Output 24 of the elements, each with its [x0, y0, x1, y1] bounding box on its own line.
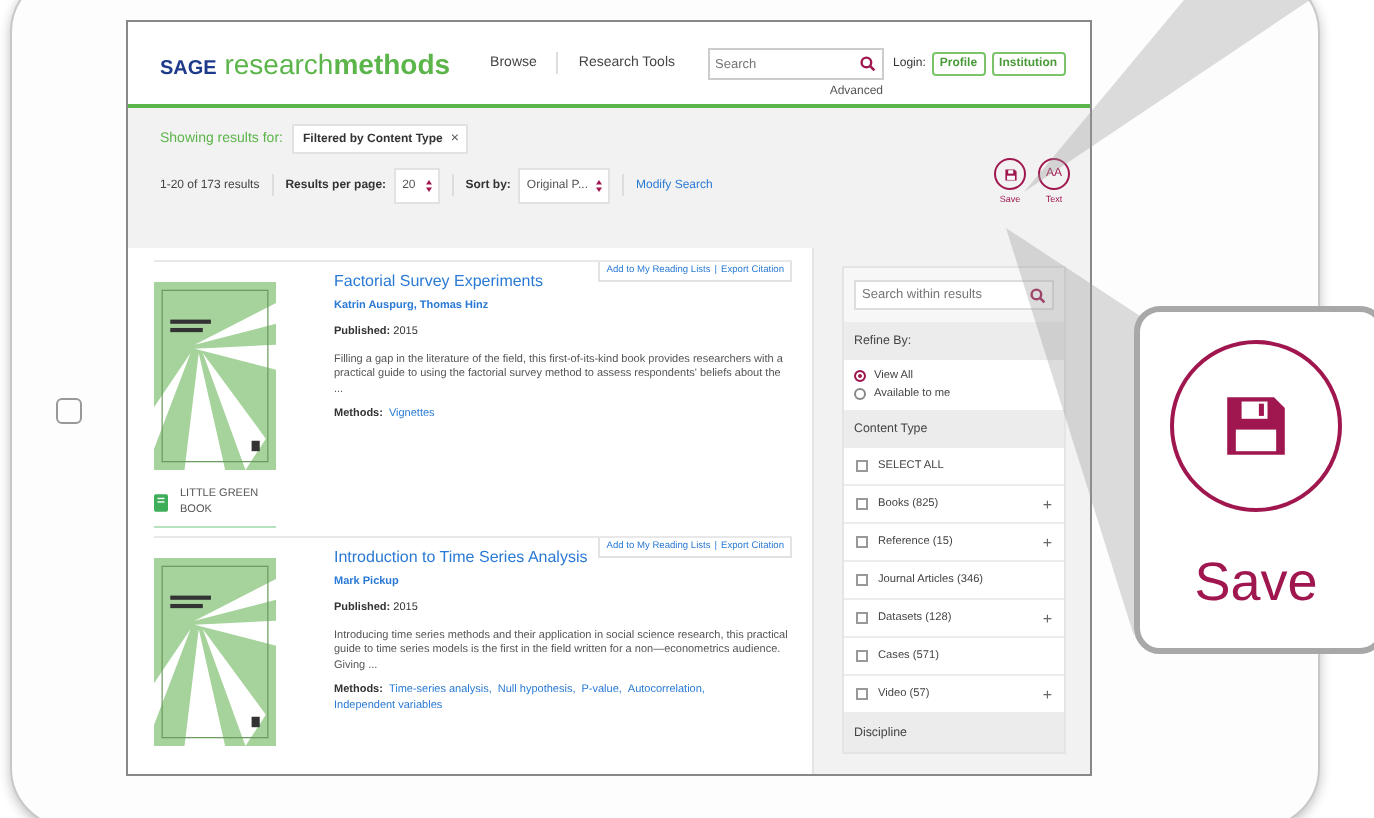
- sort-arrows-icon: [425, 179, 432, 191]
- checkbox[interactable]: [856, 650, 868, 662]
- checkbox[interactable]: [856, 498, 868, 510]
- search-icon[interactable]: [859, 56, 876, 72]
- book-icon: [154, 493, 168, 511]
- result-title[interactable]: Introduction to Time Series Analysis: [334, 550, 792, 565]
- expand-button[interactable]: +: [1042, 495, 1052, 513]
- radio-button[interactable]: [854, 370, 866, 382]
- checkbox[interactable]: [856, 574, 868, 586]
- search-icon[interactable]: [1030, 287, 1046, 303]
- sort-arrows-icon: [596, 179, 602, 191]
- expand-button[interactable]: +: [1042, 533, 1052, 551]
- checkbox[interactable]: [856, 688, 868, 700]
- save-button[interactable]: [994, 158, 1026, 190]
- expand-button[interactable]: +: [1042, 685, 1052, 703]
- checkbox[interactable]: [856, 536, 868, 548]
- expand-button[interactable]: +: [1042, 609, 1052, 627]
- checkbox[interactable]: [856, 612, 868, 624]
- result-title[interactable]: Factorial Survey Experiments: [334, 274, 792, 289]
- home-button[interactable]: [56, 397, 82, 423]
- radio-button[interactable]: [854, 388, 866, 400]
- callout-label: Save: [1194, 552, 1318, 614]
- logo[interactable]: SAGE researchmethods: [160, 47, 451, 79]
- checkbox[interactable]: [856, 460, 868, 472]
